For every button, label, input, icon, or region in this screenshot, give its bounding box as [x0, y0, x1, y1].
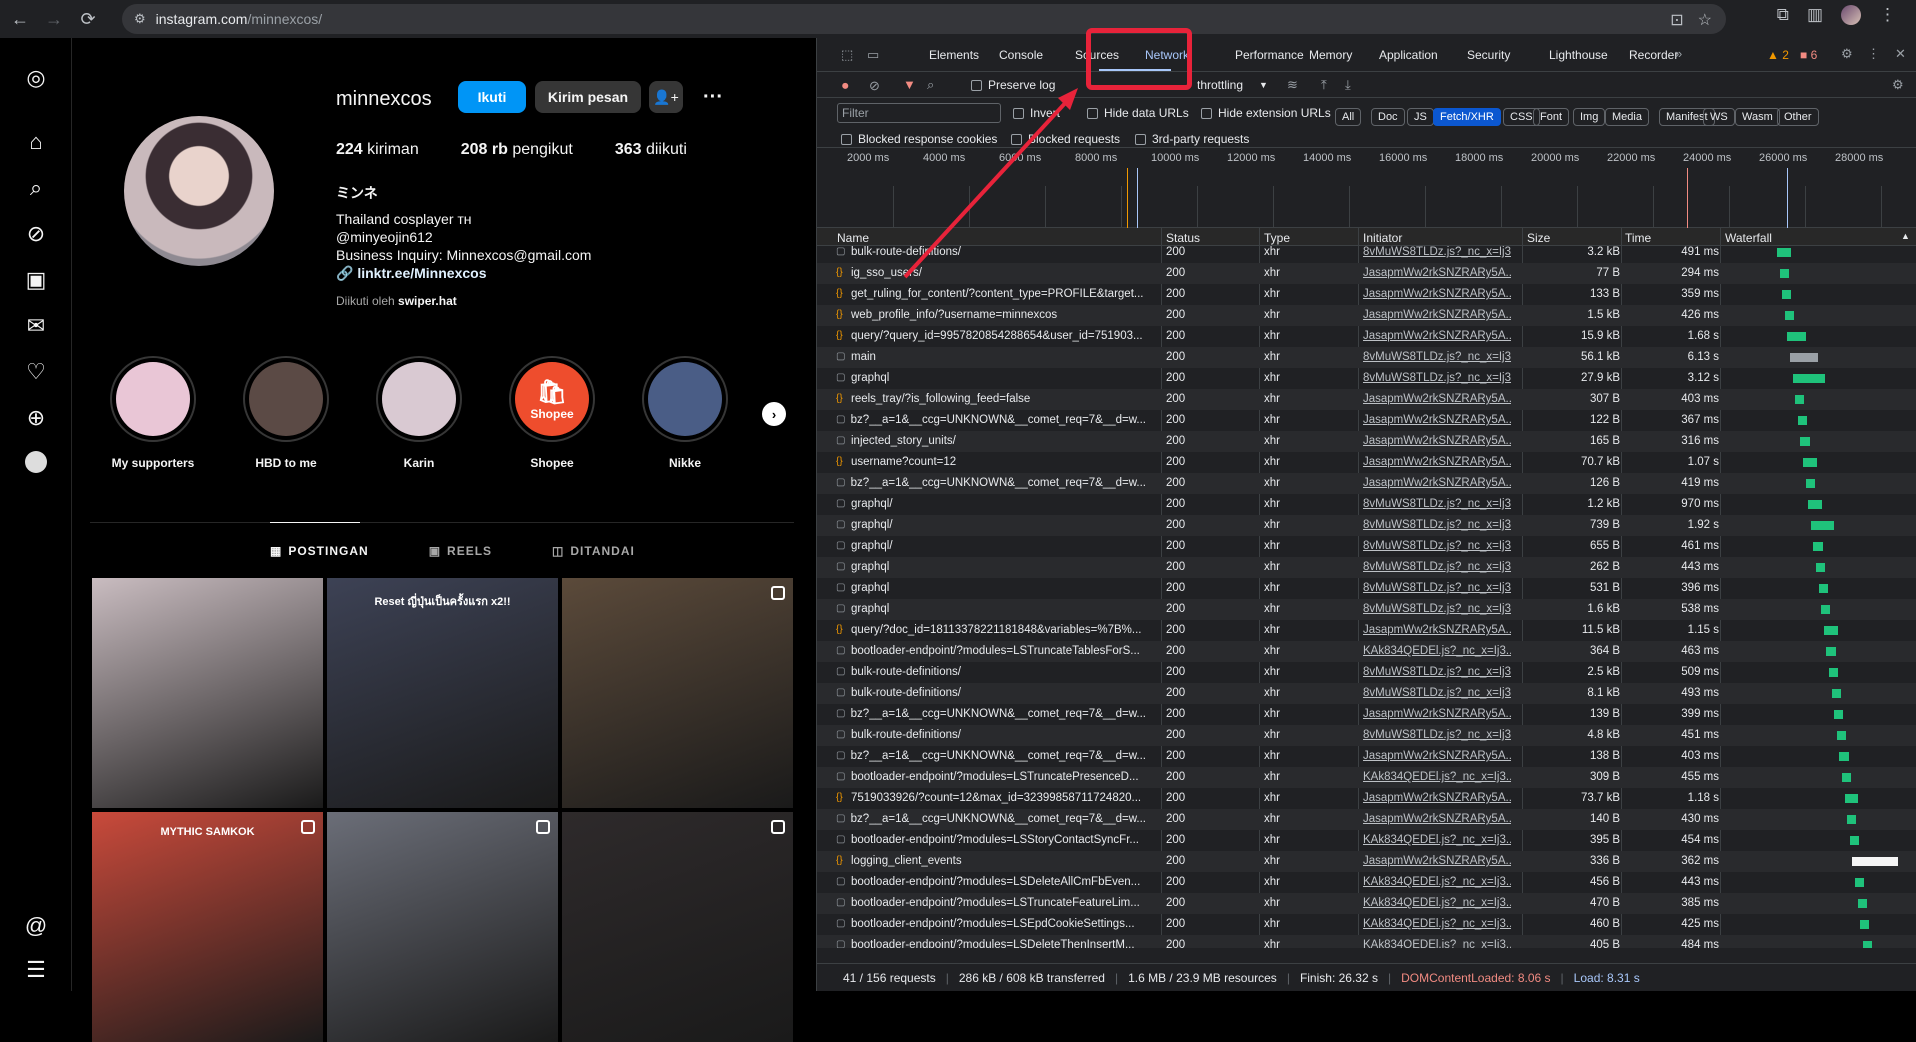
annotation-arrow [903, 88, 1078, 279]
